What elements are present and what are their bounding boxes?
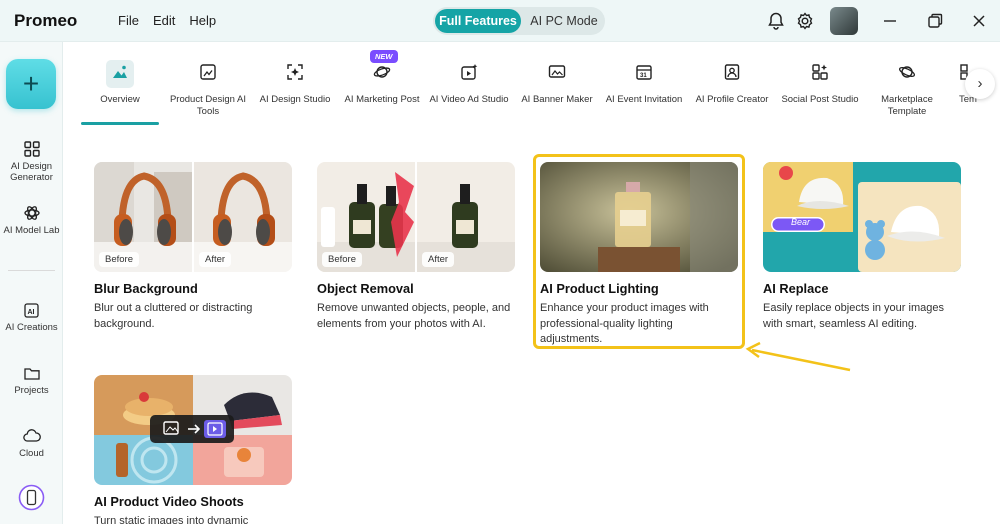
- scan-sparkle-icon: [287, 64, 303, 80]
- card-title: Object Removal: [317, 281, 414, 296]
- ai-creations-icon: AI: [23, 303, 39, 318]
- tab-label: AI Profile Creator: [695, 94, 769, 105]
- tab-label: AI Video Ad Studio: [429, 94, 509, 105]
- folder-icon: [23, 368, 40, 380]
- menu-file[interactable]: File: [118, 13, 139, 28]
- svg-text:31: 31: [640, 73, 647, 79]
- full-features-toggle[interactable]: Full Features: [435, 9, 521, 33]
- sidebar: + AI Design Generator AI Model Lab AI AI…: [0, 42, 63, 524]
- tab-label: AI Design Studio: [259, 94, 331, 105]
- close-icon[interactable]: [969, 11, 989, 31]
- highlight-frame: [533, 154, 745, 349]
- product-collage-image: [94, 375, 292, 485]
- profile-frame-icon: [724, 64, 740, 80]
- card-title: AI Replace: [763, 281, 829, 296]
- minimize-icon[interactable]: [880, 11, 900, 31]
- cloud-icon: [22, 429, 41, 442]
- sidebar-item-ai-design-generator[interactable]: AI Design Generator: [0, 140, 63, 183]
- title-bar: Promeo File Edit Help Full Features AI P…: [0, 0, 1000, 42]
- gear-icon[interactable]: [795, 11, 815, 31]
- app-logo: Promeo: [14, 11, 78, 30]
- tool-tabs: Overview Product Design AI Tools AI Desi…: [63, 42, 1000, 128]
- overview-icon: [113, 65, 127, 78]
- before-label: Before: [322, 252, 362, 267]
- card-description: Turn static images into dynamic: [94, 515, 249, 524]
- planet-icon: [373, 66, 391, 78]
- mode-switch: Full Features AI PC Mode: [433, 7, 605, 35]
- tab-ai-banner-maker[interactable]: AI Banner Maker: [514, 60, 600, 106]
- video-sparkle-icon: [461, 64, 478, 80]
- tab-ai-marketing-post[interactable]: AI Marketing Post: [339, 60, 425, 106]
- sidebar-divider: [8, 270, 55, 271]
- new-badge: NEW: [370, 50, 398, 63]
- after-label: After: [199, 252, 232, 267]
- tab-label: AI Marketing Post: [344, 94, 420, 105]
- image-edit-icon: [200, 64, 216, 80]
- tab-label: Overview: [100, 94, 140, 105]
- grid-icon: [23, 141, 40, 157]
- tab-label: Social Post Studio: [781, 94, 859, 105]
- after-label: After: [422, 252, 455, 267]
- menu-help[interactable]: Help: [189, 13, 216, 28]
- avatar[interactable]: [830, 7, 858, 35]
- card-ai-product-video-shoots[interactable]: AI Product Video Shoots Turn static imag…: [94, 375, 292, 524]
- sidebar-item-label: Cloud: [19, 448, 44, 459]
- tab-ai-profile-creator[interactable]: AI Profile Creator: [689, 60, 775, 106]
- tab-label: AI Banner Maker: [521, 94, 593, 105]
- card-description: Blur out a cluttered or distracting back…: [94, 302, 253, 330]
- banner-icon: [548, 65, 566, 78]
- tab-overview[interactable]: Overview: [77, 60, 163, 106]
- tab-label: AI Event Invitation: [605, 94, 683, 105]
- plus-icon: +: [22, 68, 40, 99]
- tab-ai-design-studio[interactable]: AI Design Studio: [252, 60, 338, 106]
- mobile-app-icon[interactable]: [18, 484, 45, 511]
- tab-marketplace-template[interactable]: Marketplace Template: [864, 60, 950, 117]
- card-title: AI Product Video Shoots: [94, 494, 244, 509]
- sidebar-item-label: Projects: [14, 385, 49, 396]
- card-thumbnail: Before After: [94, 162, 292, 272]
- tab-product-design-ai-tools[interactable]: Product Design AI Tools: [165, 60, 251, 117]
- card-object-removal[interactable]: Before After Object Removal Remove unwan…: [317, 162, 515, 332]
- card-thumbnail: Before After: [317, 162, 515, 272]
- card-description: Remove unwanted objects, people, and ele…: [317, 302, 511, 330]
- bell-icon[interactable]: [766, 11, 786, 31]
- replace-prompt-chip: Bear: [791, 217, 811, 227]
- tab-ai-video-ad-studio[interactable]: AI Video Ad Studio: [426, 60, 512, 106]
- sidebar-item-label: AI Creations: [5, 322, 58, 333]
- menu-bar: File Edit Help: [118, 13, 216, 28]
- tab-ai-event-invitation[interactable]: 31 AI Event Invitation: [601, 60, 687, 106]
- restore-icon[interactable]: [925, 11, 945, 31]
- sidebar-item-ai-model-lab[interactable]: AI Model Lab: [0, 204, 63, 236]
- tab-label: Marketplace Template: [881, 94, 933, 117]
- card-thumbnail: Bear: [763, 162, 961, 272]
- menu-edit[interactable]: Edit: [153, 13, 175, 28]
- layout-sparkle-icon: [812, 64, 828, 80]
- tab-social-post-studio[interactable]: Social Post Studio: [777, 60, 863, 106]
- sidebar-item-cloud[interactable]: Cloud: [0, 427, 63, 459]
- card-ai-replace[interactable]: Bear AI Replace Easily replace objects i…: [763, 162, 961, 332]
- card-thumbnail: [94, 375, 292, 485]
- card-title: Blur Background: [94, 281, 198, 296]
- active-tab-indicator: [81, 122, 159, 125]
- ai-pc-mode-toggle[interactable]: AI PC Mode: [525, 9, 603, 33]
- sidebar-item-label: AI Design Generator: [10, 161, 53, 183]
- svg-text:AI: AI: [27, 309, 34, 316]
- atom-icon: [23, 206, 40, 220]
- sidebar-item-projects[interactable]: Projects: [0, 364, 63, 396]
- pointer-arrow: [745, 341, 851, 372]
- sidebar-item-ai-creations[interactable]: AI AI Creations: [0, 301, 63, 333]
- calendar-icon: 31: [636, 65, 652, 80]
- card-blur-background[interactable]: Before After Blur Background Blur out a …: [94, 162, 292, 332]
- create-new-button[interactable]: +: [6, 59, 56, 109]
- before-label: Before: [99, 252, 139, 267]
- template-planet-icon: [898, 66, 916, 78]
- tab-label: Product Design AI Tools: [169, 94, 247, 117]
- tabs-scroll-right-button[interactable]: ›: [965, 69, 995, 99]
- sidebar-item-label: AI Model Lab: [3, 225, 60, 236]
- card-description: Easily replace objects in your images wi…: [763, 302, 944, 330]
